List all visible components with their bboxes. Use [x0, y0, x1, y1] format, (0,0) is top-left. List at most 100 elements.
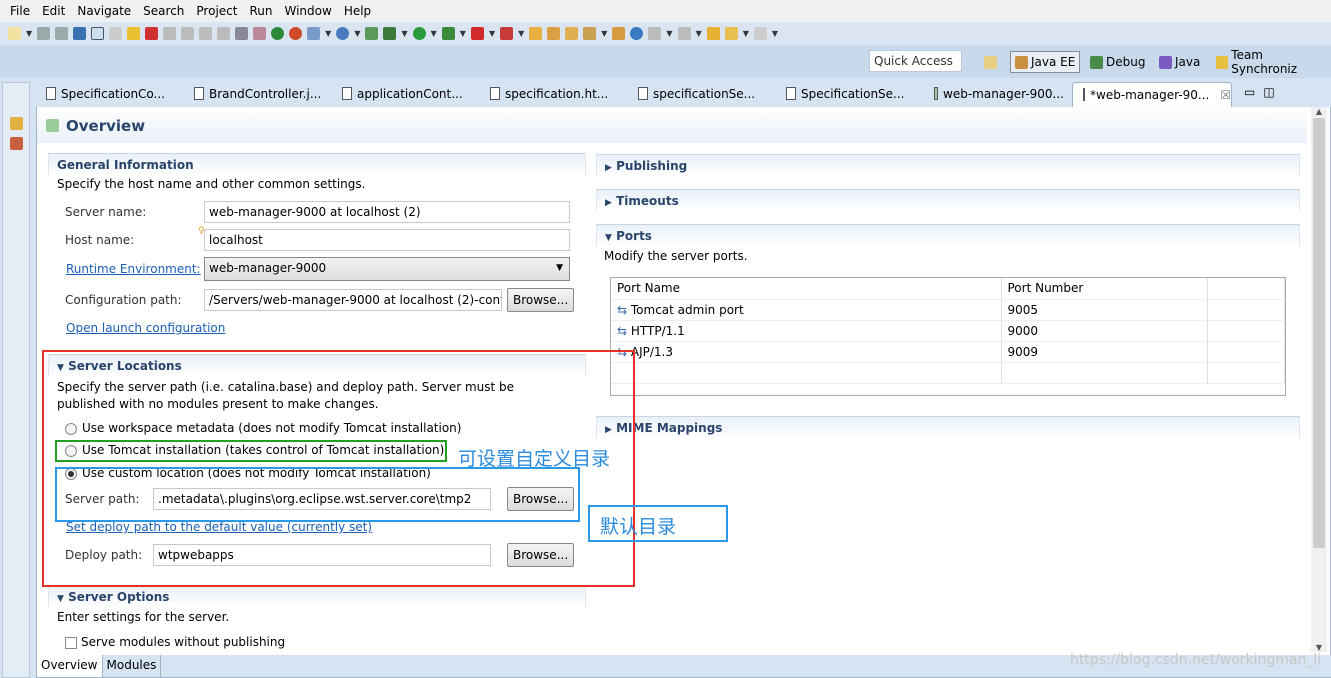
disconnect-icon[interactable] [163, 27, 177, 40]
next-annotation-icon[interactable] [648, 27, 662, 40]
browse-config-button[interactable]: Browse... [507, 288, 575, 312]
host-name-input[interactable]: localhost [204, 229, 570, 251]
package-explorer-icon[interactable] [10, 117, 23, 130]
port-number-cell[interactable]: 9000 [1001, 320, 1208, 342]
tab-specification-html[interactable]: specification.ht... [480, 82, 628, 107]
coverage-icon[interactable] [441, 27, 455, 40]
runtime-environment-select[interactable]: web-manager-9000 ▼ [204, 257, 570, 281]
host-name-label: Host name: [65, 233, 135, 247]
minimize-icon[interactable]: ▭ [1244, 82, 1255, 107]
tab-application-context[interactable]: applicationCont... [332, 82, 480, 107]
menu-navigate[interactable]: Navigate [71, 4, 137, 18]
use-step-filters-icon[interactable] [235, 27, 249, 40]
menu-edit[interactable]: Edit [36, 4, 71, 18]
open-launch-configuration-link[interactable]: Open launch configuration [66, 321, 225, 335]
vertical-scrollbar[interactable]: ▲ ▼ [1311, 107, 1327, 652]
annotation-blue-box [55, 467, 580, 522]
perspective-java[interactable]: Java [1155, 51, 1204, 73]
section-ports[interactable]: ▼ Ports [596, 224, 1300, 246]
folder-icon[interactable] [612, 27, 626, 40]
globe-icon[interactable] [630, 27, 644, 40]
open-perspective-button[interactable] [980, 51, 1001, 73]
step-over-icon[interactable] [199, 27, 213, 40]
debug-icon[interactable] [383, 27, 397, 40]
section-mime-mappings[interactable]: ▶ MIME Mappings [596, 416, 1300, 438]
annotation-custom-dir: 可设置自定义目录 [458, 448, 611, 470]
search-icon[interactable] [583, 27, 597, 40]
new-java-project-icon[interactable] [529, 27, 543, 40]
maximize-icon[interactable]: ◫ [1263, 82, 1274, 107]
perspective-java-ee[interactable]: Java EE [1010, 51, 1081, 73]
serve-modules-checkbox[interactable]: Serve modules without publishing [65, 635, 285, 649]
section-publishing[interactable]: ▶ Publishing [596, 154, 1300, 176]
tab-web-manager-server-active[interactable]: *web-manager-90... ☒ [1072, 82, 1232, 107]
runtime-environment-link[interactable]: Runtime Environment: [66, 262, 201, 276]
publish-icon[interactable] [289, 27, 303, 40]
save-all-icon[interactable] [55, 27, 69, 40]
server-name-input[interactable]: web-manager-9000 at localhost (2) [204, 201, 570, 223]
hierarchy-icon[interactable] [10, 137, 23, 150]
tab-specification-controller[interactable]: SpecificationCo... [36, 82, 184, 107]
stop-icon[interactable] [470, 27, 484, 40]
table-row[interactable]: ⇆ HTTP/1.1 9000 [611, 320, 1285, 342]
step-into-icon[interactable] [181, 27, 195, 40]
perspective-team-sync[interactable]: Team Synchroniz [1212, 48, 1331, 76]
port-number-cell[interactable]: 9005 [1001, 299, 1208, 321]
tab-overview[interactable]: Overview [37, 655, 103, 677]
open-task-icon[interactable] [565, 27, 579, 40]
server-name-label: Server name: [65, 205, 147, 219]
skip-breakpoints-icon[interactable] [91, 27, 105, 40]
table-row[interactable]: ⇆ AJP/1.3 9009 [611, 341, 1285, 363]
last-edit-icon[interactable] [706, 27, 720, 40]
scroll-down-icon[interactable]: ▼ [1311, 643, 1327, 652]
new-icon[interactable] [8, 27, 21, 40]
tab-specification-service-js[interactable]: specificationSe... [628, 82, 776, 107]
section-general-information[interactable]: General Information [48, 153, 586, 175]
external-tools-icon[interactable] [500, 27, 514, 40]
menu-project[interactable]: Project [190, 4, 243, 18]
scroll-up-icon[interactable]: ▲ [1311, 107, 1327, 116]
general-description: Specify the host name and other common s… [57, 177, 366, 191]
forward-icon[interactable] [753, 27, 767, 40]
port-number-cell[interactable]: 9009 [1001, 341, 1208, 363]
run-icon[interactable] [412, 27, 426, 40]
console-icon[interactable] [73, 27, 87, 40]
quick-access-input[interactable]: Quick Access [869, 50, 962, 72]
menu-search[interactable]: Search [137, 4, 190, 18]
column-port-name[interactable]: Port Name [611, 278, 1002, 300]
scrollbar-thumb[interactable] [1313, 118, 1325, 548]
menu-help[interactable]: Help [338, 4, 377, 18]
new-server-icon[interactable] [307, 27, 321, 40]
restore-icon[interactable] [10, 97, 23, 110]
prev-annotation-icon[interactable] [677, 27, 691, 40]
port-icon: ⇆ [617, 323, 628, 338]
tab-specification-service[interactable]: SpecificationSe... [776, 82, 924, 107]
drop-to-frame-icon[interactable] [253, 27, 267, 40]
back-icon[interactable] [724, 27, 738, 40]
step-return-icon[interactable] [217, 27, 231, 40]
menu-window[interactable]: Window [278, 4, 337, 18]
tab-brand-controller[interactable]: BrandController.j... [184, 82, 332, 107]
close-tab-icon[interactable]: ☒ [1220, 88, 1231, 107]
suspend-icon[interactable] [127, 27, 141, 40]
tab-modules[interactable]: Modules [103, 655, 162, 677]
save-icon[interactable] [37, 27, 51, 40]
terminate-icon[interactable] [145, 27, 159, 40]
web-service-icon[interactable] [336, 27, 350, 40]
section-server-options[interactable]: ▼ Server Options [48, 585, 586, 607]
open-type-icon[interactable] [365, 27, 379, 40]
column-port-number[interactable]: Port Number [1001, 278, 1208, 300]
configuration-path-input[interactable]: /Servers/web-manager-9000 at localhost (… [204, 289, 502, 311]
section-timeouts[interactable]: ▶ Timeouts [596, 189, 1300, 211]
table-row[interactable]: ⇆ Tomcat admin port 9005 [611, 299, 1285, 321]
menu-file[interactable]: File [4, 4, 36, 18]
perspective-debug[interactable]: Debug [1086, 51, 1149, 73]
open-folder-icon[interactable] [547, 27, 561, 40]
java-file-icon [46, 87, 56, 100]
collapsed-icon: ▶ [605, 163, 612, 173]
menu-run[interactable]: Run [243, 4, 278, 18]
resume-icon[interactable] [109, 27, 123, 40]
start-server-icon[interactable] [271, 27, 285, 40]
server-icon [46, 119, 59, 132]
tab-web-manager-server[interactable]: web-manager-900... [924, 82, 1072, 107]
